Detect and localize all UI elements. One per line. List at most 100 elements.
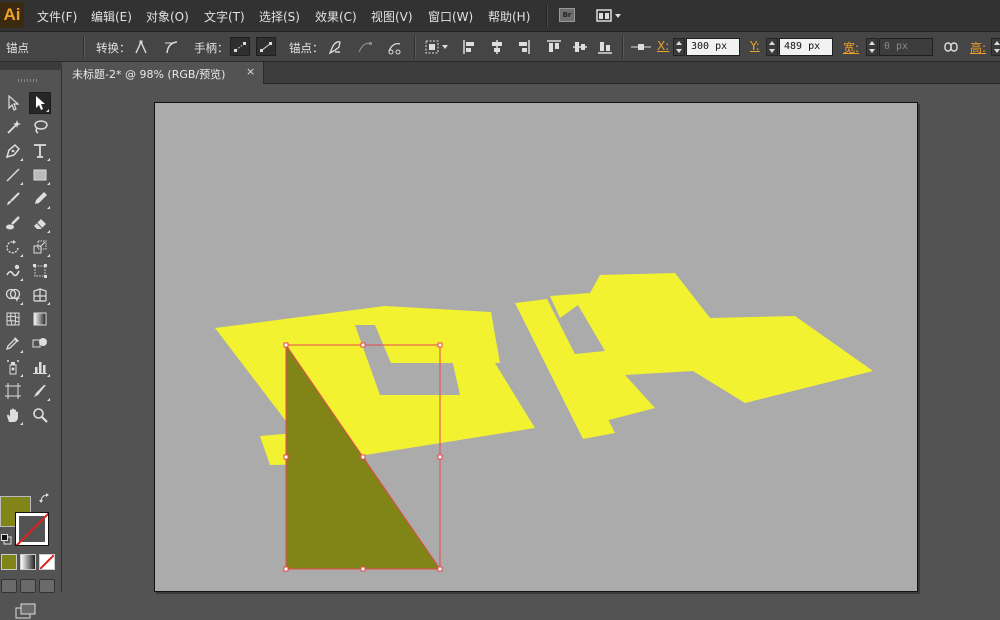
y-stepper[interactable] <box>766 38 778 56</box>
y-input[interactable]: 489 px <box>779 38 833 56</box>
paintbrush-tool-icon[interactable] <box>2 188 24 210</box>
align-vertical-center-icon[interactable] <box>571 38 589 56</box>
app-logo: Ai <box>0 2 24 28</box>
menu-edit[interactable]: 编辑(E) <box>91 8 132 25</box>
pencil-tool-icon[interactable] <box>29 188 51 210</box>
tools-panel-header[interactable] <box>0 62 62 70</box>
gradient-mode-button[interactable] <box>20 554 36 570</box>
blob-brush-tool-icon[interactable] <box>2 212 24 234</box>
x-input[interactable]: 300 px <box>686 38 740 56</box>
eraser-tool-icon[interactable] <box>29 212 51 234</box>
align-left-icon[interactable] <box>461 38 479 56</box>
remove-anchor-icon[interactable] <box>326 38 344 56</box>
shape-builder-tool-icon[interactable] <box>2 284 24 306</box>
bbox-handle-left <box>283 454 289 460</box>
mesh-tool-icon[interactable] <box>2 308 24 330</box>
bbox-handle-top-right <box>437 342 443 348</box>
control-separator <box>622 36 624 58</box>
bridge-button[interactable]: Br <box>559 8 575 22</box>
free-transform-tool-icon[interactable] <box>29 260 51 282</box>
menu-object[interactable]: 对象(O) <box>146 8 189 25</box>
lasso-tool-icon[interactable] <box>29 116 51 138</box>
connect-anchors-icon[interactable] <box>356 38 374 56</box>
menu-type[interactable]: 文字(T) <box>204 8 245 25</box>
bbox-handle-top-left <box>283 342 289 348</box>
scale-tool-icon[interactable] <box>29 236 51 258</box>
none-mode-button[interactable] <box>39 554 55 570</box>
symbol-sprayer-tool-icon[interactable] <box>2 356 24 378</box>
constrain-proportions-icon[interactable] <box>942 38 960 56</box>
selection-type-label: 锚点 <box>6 41 29 55</box>
artboard[interactable] <box>154 102 918 592</box>
menu-separator <box>546 5 548 27</box>
blend-tool-icon[interactable] <box>29 332 51 354</box>
zoom-tool-icon[interactable] <box>29 404 51 426</box>
draw-inside-button[interactable] <box>39 579 55 593</box>
width-label: 宽: <box>843 41 860 55</box>
align-right-icon[interactable] <box>514 38 532 56</box>
hand-tool-icon[interactable] <box>2 404 24 426</box>
swap-fill-stroke-icon[interactable] <box>38 492 50 504</box>
artboard-tool-icon[interactable] <box>2 380 24 402</box>
document-tab[interactable]: 未标题-2* @ 98% (RGB/预览) × <box>62 62 264 84</box>
draw-normal-button[interactable] <box>1 579 17 593</box>
align-bottom-icon[interactable] <box>596 38 614 56</box>
cut-path-icon[interactable] <box>386 38 404 56</box>
reference-point-icon[interactable] <box>630 38 652 56</box>
x-label: X: <box>657 39 670 53</box>
menu-select[interactable]: 选择(S) <box>259 8 300 25</box>
convert-label: 转换： <box>96 41 131 55</box>
menu-bar: Ai 文件(F) 编辑(E) 对象(O) 文字(T) 选择(S) 效果(C) 视… <box>0 0 1000 32</box>
eyedropper-tool-icon[interactable] <box>2 332 24 354</box>
type-tool-icon[interactable] <box>29 140 51 162</box>
warp-tool-icon[interactable] <box>2 260 24 282</box>
align-horizontal-center-icon[interactable] <box>488 38 506 56</box>
selection-tool-icon[interactable] <box>2 92 24 114</box>
document-tab-strip: 未标题-2* @ 98% (RGB/预览) × <box>62 62 1000 84</box>
show-handles-icon[interactable] <box>230 37 250 56</box>
convert-to-corner-icon[interactable] <box>132 38 150 56</box>
height-stepper[interactable] <box>991 38 1000 56</box>
art-glyph-1 <box>215 306 535 465</box>
line-segment-tool-icon[interactable] <box>2 164 24 186</box>
convert-to-smooth-icon[interactable] <box>162 38 180 56</box>
color-mode-button[interactable] <box>1 554 17 570</box>
slice-tool-icon[interactable] <box>29 380 51 402</box>
width-stepper[interactable] <box>866 38 878 56</box>
arrange-documents-icon[interactable] <box>596 8 624 24</box>
isolate-object-icon[interactable] <box>424 38 450 56</box>
default-fill-stroke-icon[interactable] <box>1 534 12 545</box>
draw-behind-button[interactable] <box>20 579 36 593</box>
pen-tool-icon[interactable] <box>2 140 24 162</box>
bbox-handle-top <box>360 342 366 348</box>
bbox-handle-bottom <box>360 566 366 572</box>
y-label: Y: <box>750 39 760 53</box>
hide-handles-icon[interactable] <box>256 37 276 56</box>
close-icon[interactable]: × <box>246 65 255 78</box>
magic-wand-tool-icon[interactable] <box>2 116 24 138</box>
tools-panel-grip[interactable] <box>18 79 38 82</box>
align-top-icon[interactable] <box>545 38 563 56</box>
direct-selection-tool-icon[interactable] <box>29 92 51 114</box>
bbox-handle-bottom-left <box>283 566 289 572</box>
bbox-handle-bottom-right <box>437 566 443 572</box>
control-bar: 锚点 转换： 手柄： 锚点： X: 300 px Y: 489 px 宽: 0 … <box>0 32 1000 62</box>
column-graph-tool-icon[interactable] <box>29 356 51 378</box>
width-input[interactable]: 0 px <box>879 38 933 56</box>
height-label: 高: <box>970 41 987 55</box>
menu-file[interactable]: 文件(F) <box>37 8 77 25</box>
control-separator <box>414 36 416 58</box>
screen-mode-icon[interactable] <box>14 602 38 620</box>
x-stepper[interactable] <box>673 38 685 56</box>
rotate-tool-icon[interactable] <box>2 236 24 258</box>
menu-view[interactable]: 视图(V) <box>371 8 413 25</box>
art-glyph-3 <box>550 273 873 421</box>
perspective-grid-tool-icon[interactable] <box>29 284 51 306</box>
menu-effect[interactable]: 效果(C) <box>315 8 357 25</box>
document-tab-title: 未标题-2* @ 98% (RGB/预览) <box>72 68 226 81</box>
stroke-color-swatch[interactable] <box>15 512 49 546</box>
menu-help[interactable]: 帮助(H) <box>488 8 530 25</box>
gradient-tool-icon[interactable] <box>29 308 51 330</box>
menu-window[interactable]: 窗口(W) <box>428 8 473 25</box>
rectangle-tool-icon[interactable] <box>29 164 51 186</box>
